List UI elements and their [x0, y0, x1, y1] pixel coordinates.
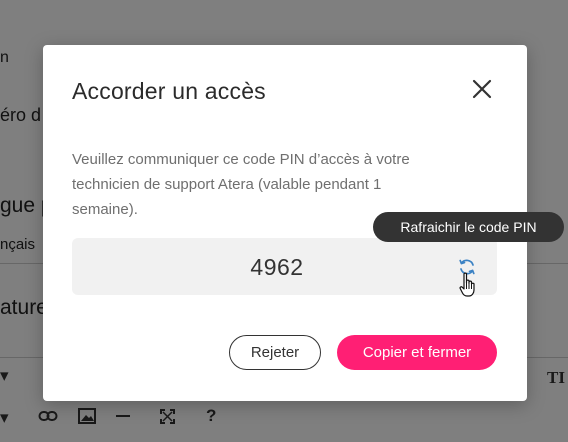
dialog-description: Veuillez communiquer ce code PIN d’accès… [72, 151, 410, 218]
refresh-pin-tooltip: Rafraichir le code PIN [373, 212, 564, 242]
pin-field: 4962 [72, 238, 497, 295]
dialog-title: Accorder un accès [72, 78, 266, 104]
reject-button[interactable]: Rejeter [229, 335, 321, 370]
pin-value: 4962 [250, 254, 304, 280]
hand-cursor-icon [459, 272, 475, 297]
copy-and-close-button[interactable]: Copier et fermer [337, 335, 497, 370]
close-icon[interactable] [471, 78, 493, 100]
